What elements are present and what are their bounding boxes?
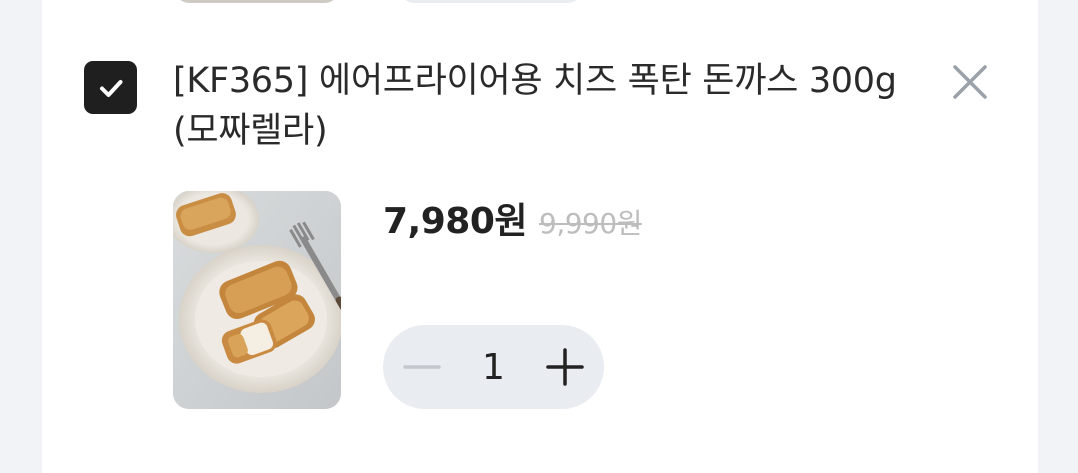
previous-item-quantity-stepper [398,0,584,3]
increase-quantity-button[interactable] [526,325,604,409]
product-thumbnail[interactable] [173,191,341,409]
quantity-stepper: 1 [383,325,604,409]
quantity-value: 1 [482,346,505,388]
close-icon [953,65,987,99]
plus-icon [546,348,584,386]
decrease-quantity-button[interactable] [383,325,461,409]
price-row: 7,980원 9,990원 [383,192,642,244]
product-title[interactable]: [KF365] 에어프라이어용 치즈 폭탄 돈까스 300g (모짜렐라) [173,56,933,156]
item-select-checkbox[interactable] [84,61,137,114]
discounted-price: 7,980원 [383,201,528,242]
previous-item-thumbnail [173,0,341,3]
check-icon [99,79,122,97]
cart-item-card: [KF365] 에어프라이어용 치즈 폭탄 돈까스 300g (모짜렐라) 7,… [42,0,1038,473]
remove-item-button[interactable] [948,60,992,104]
minus-icon [403,365,441,369]
original-price: 9,990원 [539,207,642,240]
